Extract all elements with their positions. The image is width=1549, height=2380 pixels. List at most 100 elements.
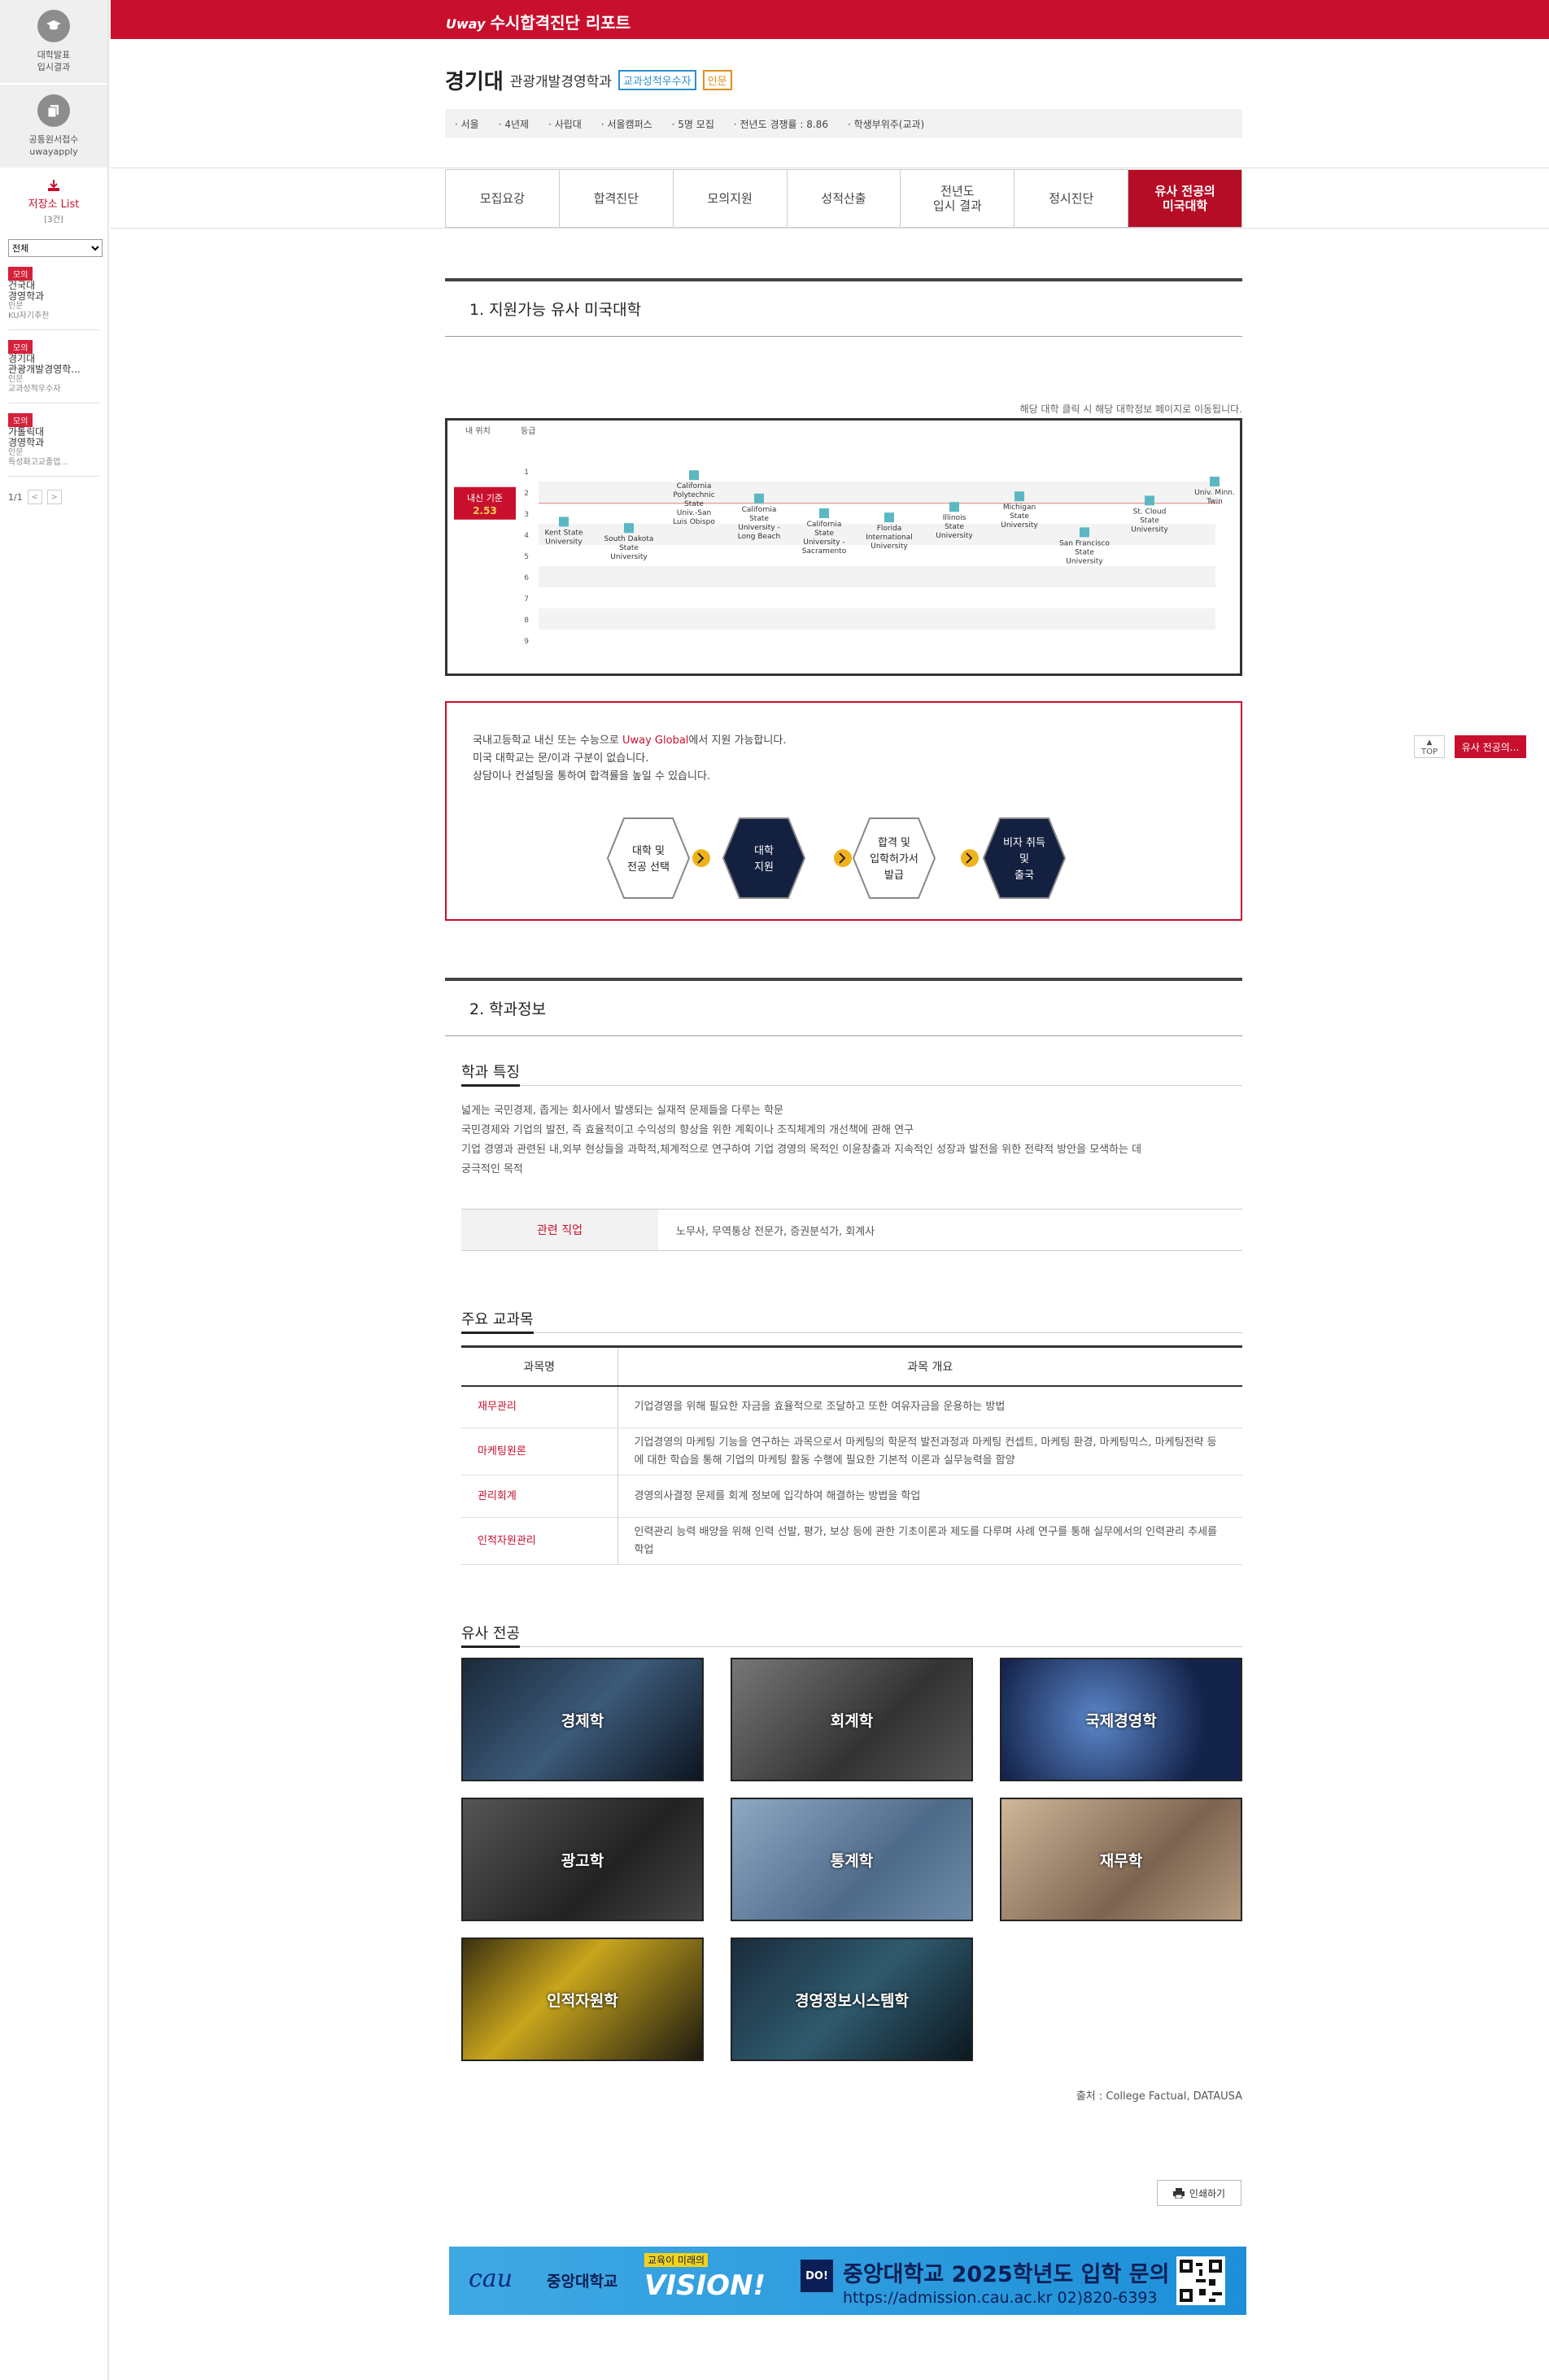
next-page-button[interactable]: > (46, 490, 62, 504)
similar-heading: 유사 전공 (461, 1622, 1242, 1648)
item-type: 교과성적우수자 (8, 385, 61, 394)
university-label: International (866, 534, 912, 542)
similar-major-tile[interactable]: 회계학 (731, 1658, 973, 1781)
university-point[interactable] (1080, 527, 1089, 538)
similar-major-tile[interactable]: 통계학 (731, 1798, 973, 1921)
item-major: 관광개발경영학... (8, 364, 81, 375)
banner-vision: VISION! (644, 2269, 766, 2302)
track-badge: 인문 (702, 70, 732, 90)
table-row: 마케팅원론 기업경영의 마케팅 기능을 연구하는 과목으로서 마케팅의 학문적 … (461, 1428, 1242, 1476)
list-filter-select[interactable]: 전체 (8, 239, 103, 257)
university-point[interactable] (559, 517, 569, 527)
col-course-name: 과목명 (461, 1345, 618, 1387)
prev-page-button[interactable]: < (27, 490, 42, 504)
course-name: 관리회계 (461, 1475, 618, 1518)
university-label: University (1131, 525, 1168, 534)
similar-major-tile[interactable]: 경영정보시스템학 (731, 1938, 973, 2061)
y-tick-label: 9 (524, 638, 529, 646)
step-3-label-b: 입학허가서 (870, 853, 918, 865)
similar-major-tile[interactable]: 재무학 (1000, 1798, 1242, 1921)
university-label: Long Beach (738, 533, 781, 541)
university-point[interactable] (1145, 495, 1154, 506)
tab-us-universities-label: 유사 전공의 미국대학 (1154, 184, 1215, 213)
saved-item[interactable]: 모의 가톨릭대 경영학과 인문 특성화고교졸업... (8, 413, 99, 477)
my-grade-label: 내신 기준 (467, 493, 503, 503)
info-item: · 서울캠퍼스 (600, 118, 652, 130)
saved-item[interactable]: 모의 건국대 경영학과 인문 KU자기추천 (8, 267, 99, 330)
step-4-label-c: 출국 (1014, 870, 1034, 882)
tab-regular[interactable]: 정시진단 (1014, 170, 1129, 227)
university-point[interactable] (754, 493, 764, 503)
desc-line: 국민경제와 기업의 발전, 즉 효율적이고 수익성의 향상을 위한 계획이나 조… (461, 1124, 914, 1136)
page-indicator: 1/1 (8, 491, 23, 503)
step-4-label-b: 및 (1019, 853, 1029, 865)
university-label: Univ.-San (677, 509, 711, 517)
us-university-chart: 123456789내 위치 등급 내신 기준 2.53 Kent State Univer… (445, 418, 1242, 676)
tab-us-universities[interactable]: 유사 전공의 미국대학 (1128, 170, 1242, 227)
university-label: University (545, 538, 583, 546)
university-label: Luis Obispo (673, 518, 715, 526)
related-jobs: 관련 직업 노무사, 무역통상 전문가, 증권분석가, 회계사 (461, 1209, 1242, 1251)
university-point[interactable] (949, 502, 959, 512)
similar-heading-text: 유사 전공 (461, 1625, 520, 1648)
apply-link[interactable]: 공통원서접수 uwayapply (0, 85, 107, 169)
university-label: University (936, 532, 973, 540)
banner-title: 중앙대학교 2025학년도 입학 문의 (843, 2262, 1170, 2287)
chevron-up-icon: ▲ (1426, 739, 1433, 747)
tab-score-calc[interactable]: 성적산출 (788, 170, 901, 227)
section-title: 2. 학과정보 (445, 978, 1242, 1036)
chart-note: 해당 대학 클릭 시 해당 대학정보 페이지로 이동됩니다. (1019, 403, 1242, 415)
similar-major-tile[interactable]: 광고학 (461, 1798, 704, 1921)
item-type: KU자기추천 (8, 312, 50, 320)
my-grade-value: 2.53 (473, 505, 497, 517)
y-tick-label: 1 (524, 469, 529, 477)
item-major: 경영학과 (8, 290, 45, 302)
university-point[interactable] (689, 470, 699, 481)
step-2-label-b: 지원 (754, 861, 774, 874)
university-label: Michigan (1003, 503, 1036, 512)
tab-mock-apply[interactable]: 모의지원 (674, 170, 788, 227)
results-link[interactable]: 대학발표 입시결과 (0, 0, 107, 85)
top-label: TOP (1420, 748, 1438, 756)
y-tick-label: 7 (524, 595, 529, 604)
university-label: Sacramento (802, 547, 847, 556)
admission-type-badge: 교과성적우수자 (617, 70, 696, 90)
info-item: · 4년제 (498, 118, 530, 130)
course-desc: 기업경영의 마케팅 기능을 연구하는 과목으로서 마케팅의 학문적 발전과정과 … (617, 1428, 1242, 1476)
similar-major-tile[interactable]: 인적자원학 (461, 1938, 704, 2061)
university-point[interactable] (624, 523, 634, 534)
step-4-label-a: 비자 취득 (1003, 837, 1045, 849)
tab-guidelines[interactable]: 모집요강 (446, 170, 560, 227)
university-point[interactable] (819, 508, 829, 518)
graduation-cap-icon (37, 10, 70, 42)
university-point[interactable] (1014, 491, 1024, 502)
university-label: State (1075, 548, 1094, 556)
results-label-2: 입시결과 (37, 62, 71, 72)
university-label: State (749, 515, 769, 523)
download-icon (0, 179, 107, 195)
step-3: 합격 및 입학허가서 발급 (852, 817, 936, 899)
y-tick-label: 2 (524, 490, 529, 498)
uway-logo: Uway (446, 16, 486, 32)
scroll-top-button[interactable]: ▲ TOP (1414, 735, 1445, 758)
col-course-desc: 과목 개요 (617, 1345, 1242, 1387)
saved-item[interactable]: 모의 경기대 관광개발경영학... 인문 교과성적우수자 (8, 340, 99, 403)
tab-last-year[interactable]: 전년도 입시 결과 (901, 170, 1015, 227)
banner-univ: 중앙대학교 (547, 2273, 618, 2291)
university-label: Florida (877, 525, 902, 533)
legend-my-position: 내 위치 (465, 425, 491, 436)
university-point[interactable] (1210, 477, 1220, 486)
tab-diagnosis[interactable]: 합격진단 (560, 170, 674, 227)
course-name: 인적자원관리 (461, 1517, 618, 1565)
university-point[interactable] (884, 512, 894, 523)
grid-band (539, 608, 1215, 630)
similar-major-tile[interactable]: 국제경영학 (1000, 1658, 1242, 1781)
arrow-right-icon (692, 849, 710, 867)
print-button[interactable]: 인쇄하기 (1157, 2180, 1241, 2206)
step-4: 비자 취득 및 출국 (982, 817, 1067, 899)
info-item: · 5명 모집 (671, 118, 714, 130)
university-label: Polytechnic (673, 491, 714, 499)
advertisement-banner[interactable]: cau 중앙대학교 교육이 미래의 VISION! DO! 중앙대학교 2025… (449, 2247, 1246, 2315)
floating-section-link[interactable]: 유사 전공의... (1455, 735, 1526, 758)
similar-major-tile[interactable]: 경제학 (461, 1658, 704, 1781)
